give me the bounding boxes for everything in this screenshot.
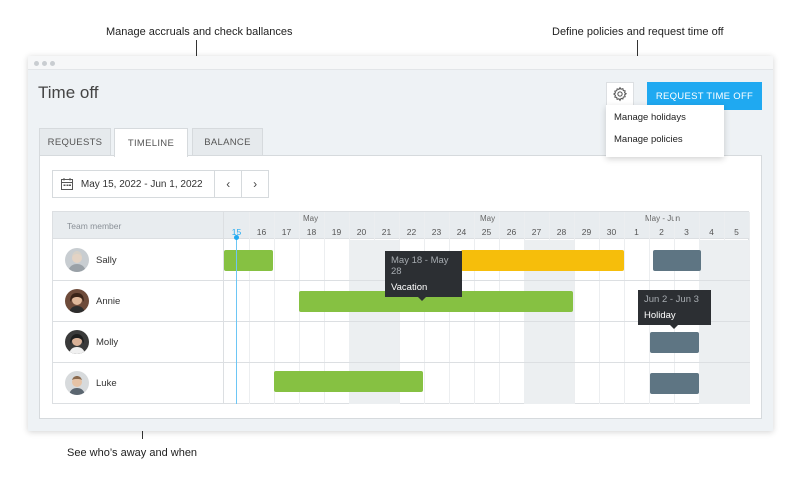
day-number: 27 <box>531 227 542 237</box>
member-row-annie[interactable]: Annie <box>65 281 120 321</box>
time-off-bar-sally-1[interactable] <box>224 250 273 271</box>
tooltip-holiday: Jun 2 - Jun 3 Holiday <box>638 290 711 329</box>
time-off-bar-luke-1[interactable] <box>274 371 423 392</box>
avatar <box>65 371 89 395</box>
member-name: Luke <box>96 377 117 389</box>
day-number: 5 <box>734 227 739 237</box>
time-off-bar-sally-vacation[interactable] <box>461 250 624 271</box>
day-column-line <box>624 212 625 404</box>
today-line <box>236 237 237 404</box>
time-off-bar-sally-2[interactable] <box>653 250 701 271</box>
prev-range-button[interactable]: ‹ <box>214 171 241 197</box>
tab-requests[interactable]: REQUESTS <box>39 128 111 156</box>
day-number: 3 <box>684 227 689 237</box>
window-dot <box>34 61 39 66</box>
weekend-column <box>724 240 749 404</box>
day-column-line <box>749 212 750 404</box>
page-title: Time off <box>38 83 99 102</box>
day-column-line <box>249 212 250 404</box>
avatar <box>65 330 89 354</box>
day-column-line <box>599 212 600 404</box>
day-number: 2 <box>659 227 664 237</box>
day-number: 1 <box>634 227 639 237</box>
day-number: 21 <box>381 227 392 237</box>
day-column-line <box>574 212 575 404</box>
member-row-sally[interactable]: Sally <box>65 240 117 280</box>
window-dot <box>42 61 47 66</box>
tab-balance[interactable]: BALANCE <box>192 128 263 156</box>
avatar <box>65 289 89 313</box>
day-number: 20 <box>356 227 367 237</box>
menu-item-manage-policies[interactable]: Manage policies <box>606 133 724 155</box>
member-column-separator <box>223 212 224 404</box>
time-off-bar-luke-2[interactable] <box>650 373 699 394</box>
month-label: May <box>303 214 319 223</box>
date-range-picker[interactable]: May 15, 2022 - Jun 1, 2022 ‹ › <box>52 170 269 198</box>
callout-policies: Define policies and request time off <box>552 26 724 38</box>
member-name: Annie <box>96 295 121 307</box>
today-marker <box>234 235 239 240</box>
timeline-grid: Team member May May May - Jun 15 16 17 18 19… <box>52 211 750 404</box>
day-number: 26 <box>506 227 517 237</box>
day-number: 16 <box>256 227 267 237</box>
day-number: 23 <box>431 227 442 237</box>
gear-icon <box>612 86 628 107</box>
day-number: 17 <box>281 227 292 237</box>
member-row-luke[interactable]: Luke <box>65 363 117 403</box>
app-window: Time off REQUEST TIME OFF Manage holiday… <box>28 56 773 431</box>
tooltip-date: Jun 2 - Jun 3 <box>644 294 699 305</box>
menu-item-manage-holidays[interactable]: Manage holidays <box>606 111 724 133</box>
window-titlebar <box>28 56 773 70</box>
row-divider <box>53 362 750 363</box>
tooltip-type: Holiday <box>644 310 676 321</box>
day-number: 24 <box>456 227 467 237</box>
tooltip-vacation: May 18 - May 28 Vacation <box>385 251 462 301</box>
avatar <box>65 248 89 272</box>
tooltip-arrow <box>418 297 426 301</box>
day-number: 22 <box>406 227 417 237</box>
window-dot <box>50 61 55 66</box>
day-number: 18 <box>306 227 317 237</box>
callout-away: See who’s away and when <box>67 447 198 459</box>
day-number: 30 <box>606 227 617 237</box>
day-number: 28 <box>556 227 567 237</box>
tab-timeline[interactable]: TIMELINE <box>114 128 188 157</box>
annotated-screenshot: Manage accruals and check ballances Defi… <box>0 0 800 487</box>
team-member-header: Team member <box>67 221 122 231</box>
time-off-bar-molly[interactable] <box>650 332 699 353</box>
callout-balances: Manage accruals and check ballances <box>106 26 293 38</box>
settings-dropdown: Manage holidays Manage policies <box>606 105 724 157</box>
date-range-text: May 15, 2022 - Jun 1, 2022 <box>80 178 203 190</box>
day-number: 19 <box>331 227 342 237</box>
member-name: Molly <box>96 336 119 348</box>
next-range-button[interactable]: › <box>241 171 268 197</box>
day-number: 29 <box>581 227 592 237</box>
member-row-molly[interactable]: Molly <box>65 322 118 362</box>
calendar-icon <box>53 177 81 191</box>
month-label: May <box>480 214 496 223</box>
day-number: 4 <box>709 227 714 237</box>
timeline-panel: May 15, 2022 - Jun 1, 2022 ‹ › Team memb… <box>39 155 762 419</box>
day-number: 25 <box>481 227 492 237</box>
tooltip-arrow <box>670 325 678 329</box>
tooltip-type: Vacation <box>391 282 428 293</box>
tooltip-date: May 18 - May 28 <box>391 255 449 277</box>
member-name: Sally <box>96 254 117 266</box>
